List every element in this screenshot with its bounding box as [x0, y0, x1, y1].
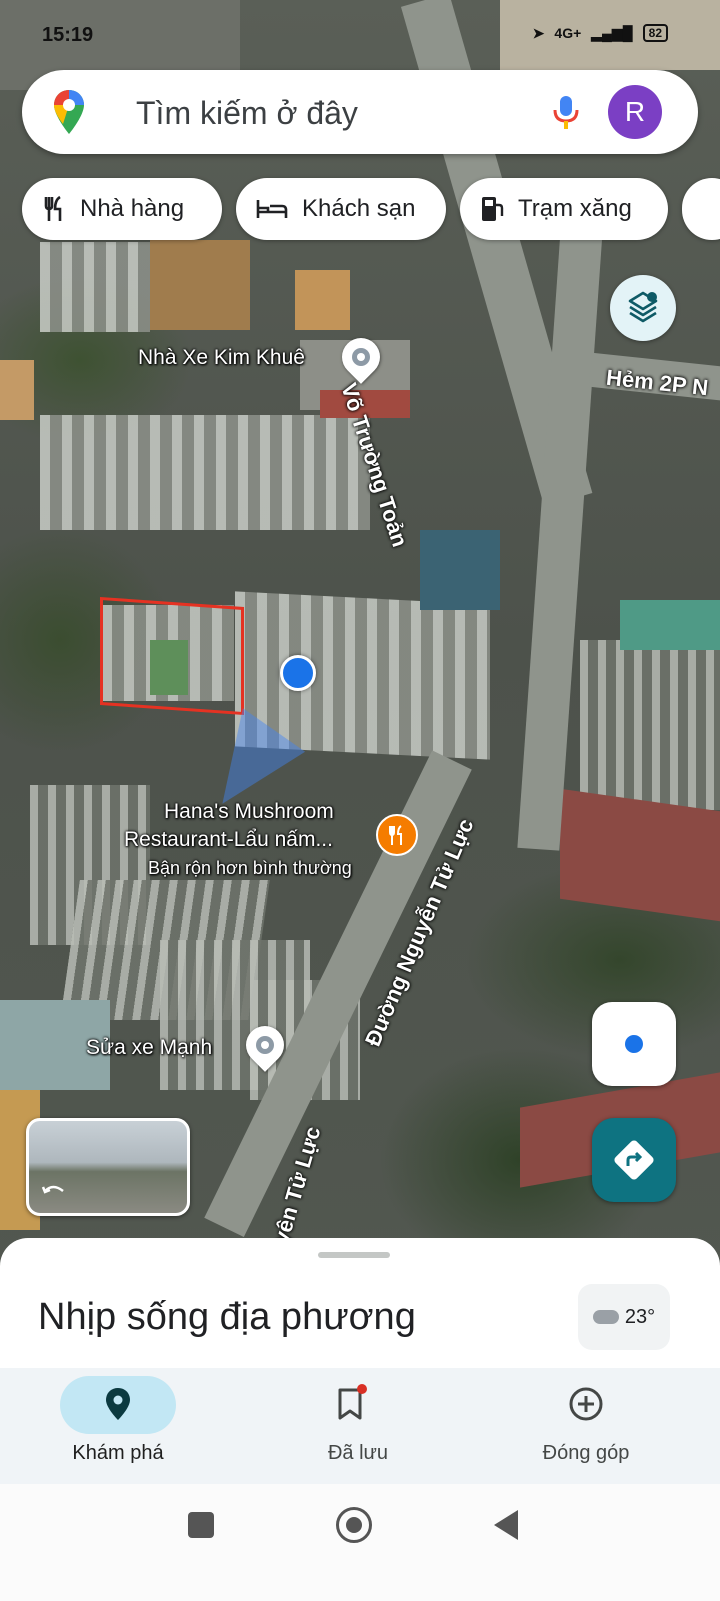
chip-gas-stations[interactable]: Trạm xăng [460, 178, 668, 240]
street-view-thumbnail[interactable] [26, 1118, 190, 1216]
status-bar: 15:19 ➤ 4G+ ▂▄▆█ 82 [0, 14, 720, 58]
weather-chip[interactable]: 23° [578, 1284, 670, 1350]
nav-label: Khám phá [72, 1442, 164, 1464]
status-time: 15:19 [42, 24, 94, 46]
back-icon[interactable] [494, 1510, 518, 1540]
nav-saved[interactable]: Đã lưu [240, 1368, 480, 1484]
battery-icon: 82 [642, 24, 668, 42]
network-label: 4G+ [554, 25, 582, 41]
search-input[interactable] [134, 88, 538, 138]
chip-label: Trạm xăng [518, 195, 632, 222]
bottom-sheet[interactable]: Nhịp sống địa phương 23° [0, 1238, 720, 1378]
nav-explore[interactable]: Khám phá [0, 1368, 240, 1484]
search-bar[interactable]: R [22, 70, 698, 154]
directions-icon [614, 1140, 654, 1180]
account-avatar[interactable]: R [608, 85, 662, 139]
chip-label: Nhà hàng [80, 195, 185, 222]
signal-icon: ▂▄▆█ [591, 24, 633, 41]
cloud-icon [592, 1310, 619, 1324]
status-icons: ➤ 4G+ ▂▄▆█ 82 [533, 24, 668, 42]
directions-button[interactable] [592, 1118, 676, 1202]
restaurant-pin-icon[interactable] [376, 814, 418, 856]
place-label[interactable]: Nhà Xe Kim Khuê [138, 346, 305, 370]
chip-hotels[interactable]: Khách sạn [236, 178, 446, 240]
nav-contribute[interactable]: Đóng góp [468, 1368, 708, 1484]
my-location-button[interactable] [592, 1002, 676, 1086]
bookmark-icon [338, 1384, 367, 1420]
gas-station-icon [482, 197, 504, 221]
microphone-icon[interactable] [544, 90, 588, 134]
nav-label: Đã lưu [327, 1442, 389, 1464]
place-label[interactable]: Sửa xe Mạnh [86, 1036, 212, 1060]
sheet-drag-handle[interactable] [318, 1252, 390, 1258]
place-label[interactable]: Restaurant-Lẩu nấm... [124, 828, 333, 852]
nav-label: Đóng góp [542, 1442, 630, 1464]
sheet-title: Nhịp sống địa phương [38, 1296, 416, 1338]
restaurant-icon [44, 195, 62, 221]
bottom-navigation: Khám phá Đã lưu Đóng góp [0, 1368, 720, 1484]
hotel-icon [256, 200, 288, 218]
place-label[interactable]: Hana's Mushroom [164, 800, 334, 824]
temperature: 23° [624, 1305, 656, 1328]
location-arrow-icon: ➤ [532, 24, 545, 41]
layers-icon [628, 291, 658, 323]
layers-button[interactable] [610, 275, 676, 341]
recent-apps-icon[interactable] [188, 1512, 214, 1538]
user-location-dot [280, 655, 316, 691]
maps-logo-icon [54, 90, 84, 134]
chip-label: Khách sạn [302, 195, 416, 222]
parcel-outline [100, 596, 244, 716]
home-icon[interactable] [336, 1507, 372, 1543]
street-view-rotate-icon [41, 1185, 64, 1194]
place-status: Bận rộn hơn bình thường [148, 858, 352, 878]
add-circle-icon [569, 1387, 603, 1421]
explore-pin-icon [106, 1388, 130, 1420]
my-location-icon [625, 1035, 643, 1053]
chip-restaurants[interactable]: Nhà hàng [22, 178, 222, 240]
system-navigation-bar [0, 1484, 720, 1601]
